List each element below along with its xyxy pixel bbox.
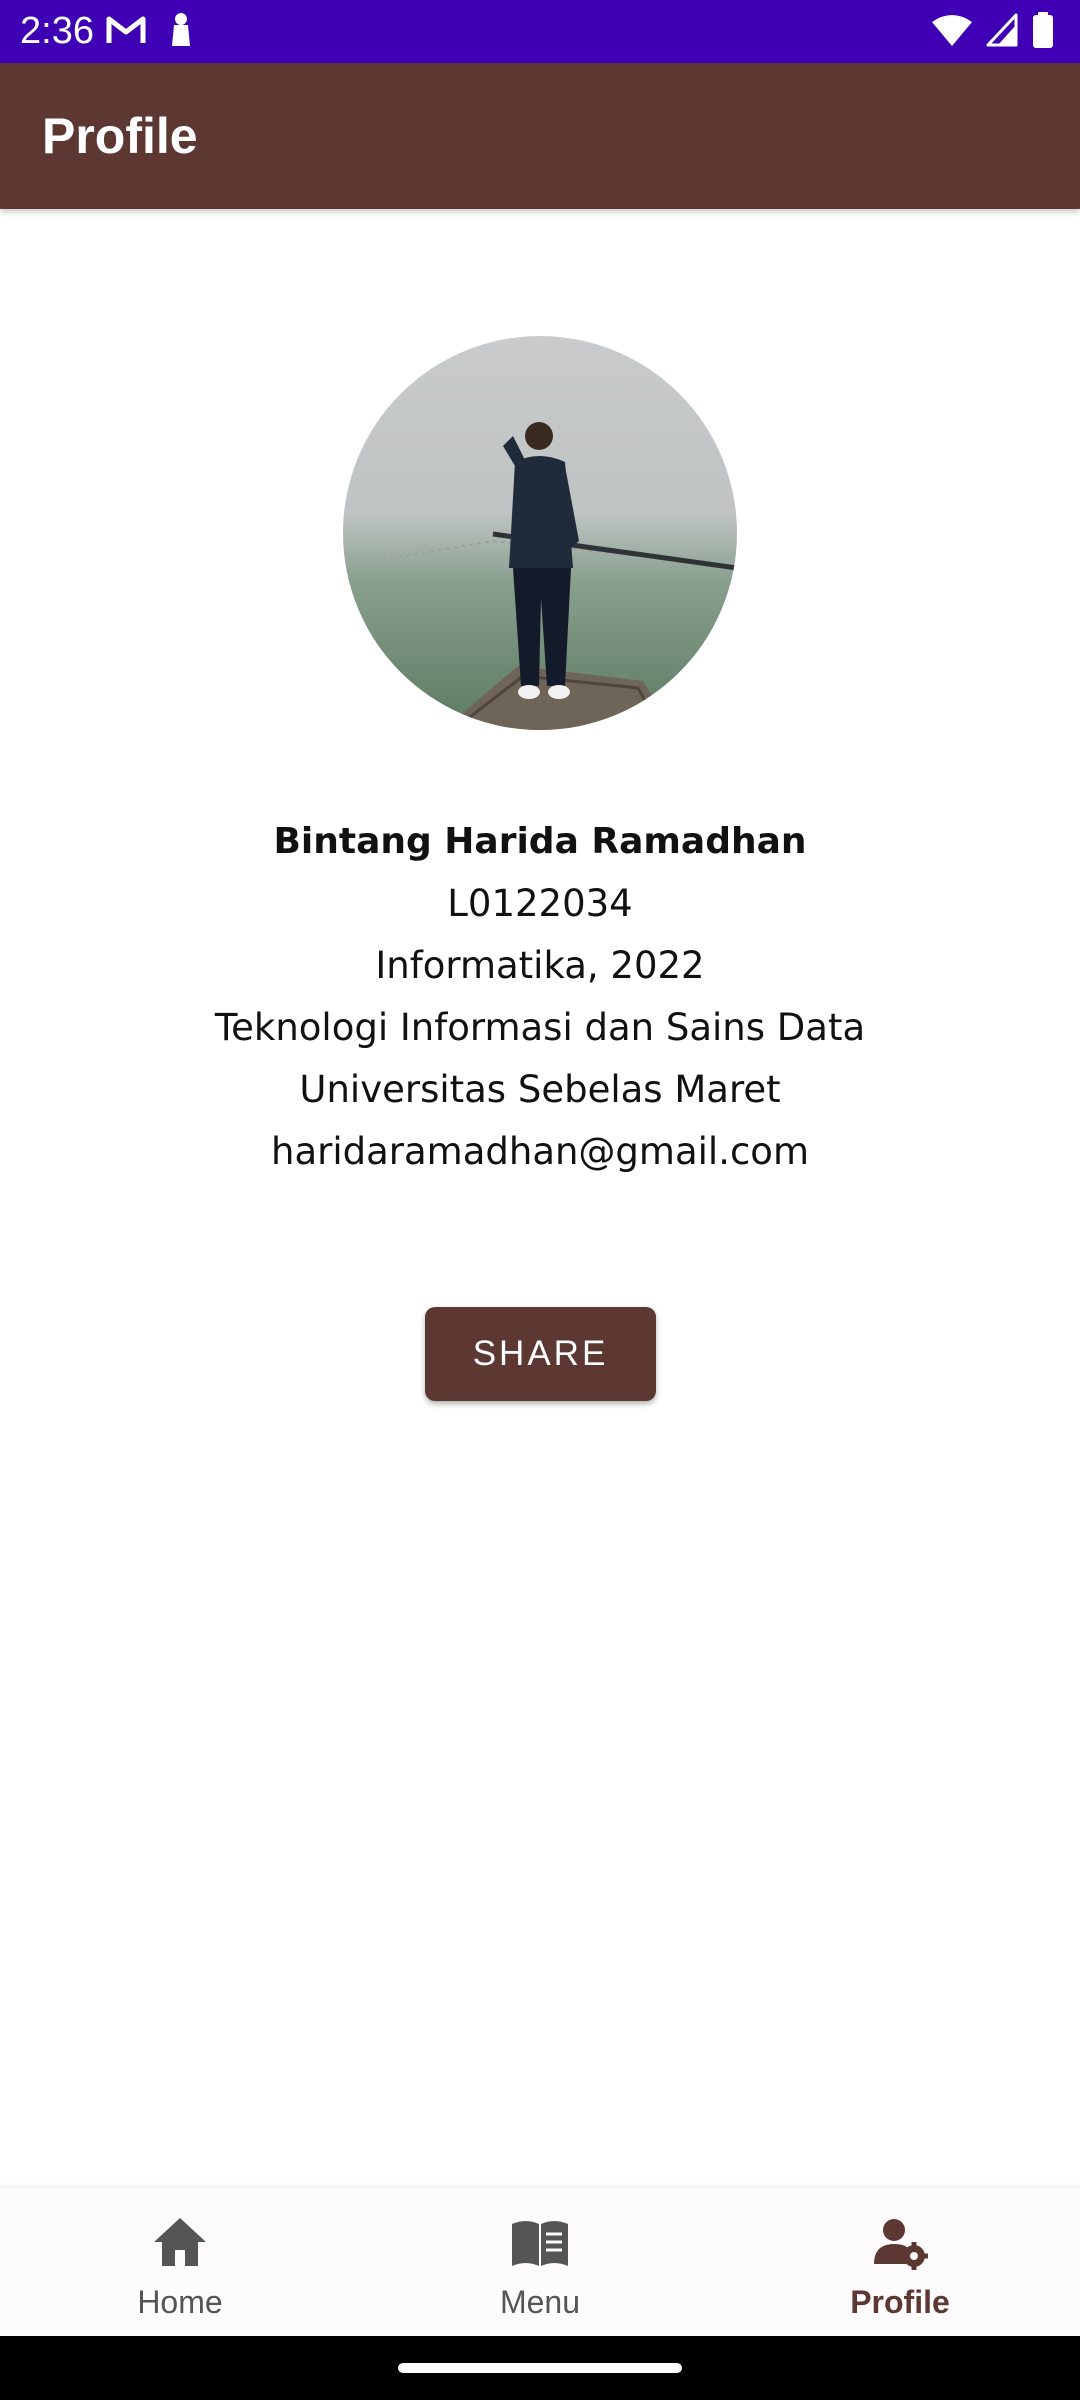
status-left-icons: [106, 12, 194, 48]
profile-email: haridaramadhan@gmail.com: [271, 1130, 809, 1173]
status-time: 2:36: [20, 10, 94, 52]
share-button[interactable]: SHARE: [425, 1307, 656, 1401]
profile-program: Informatika, 2022: [375, 944, 705, 987]
notification-icon: [172, 13, 190, 46]
home-icon: [154, 2218, 206, 2266]
signal-icon: [986, 13, 1018, 47]
nav-label-menu: Menu: [499, 2284, 581, 2320]
page-title: Profile: [42, 108, 198, 164]
nav-label-home: Home: [137, 2284, 223, 2320]
battery-icon: [1033, 12, 1053, 48]
profile-photo: [343, 336, 737, 730]
nav-item-menu[interactable]: Menu: [360, 2188, 720, 2336]
status-right-icons: [932, 12, 1054, 48]
nav-item-home[interactable]: Home: [0, 2188, 360, 2336]
nav-label-profile: Profile: [850, 2284, 950, 2320]
profile-name: Bintang Harida Ramadhan: [273, 821, 807, 862]
bottom-navigation: Home Menu Profile: [0, 2188, 1080, 2336]
profile-university: Universitas Sebelas Maret: [299, 1068, 781, 1111]
status-bar: 2:36: [0, 0, 1080, 63]
profile-info: Bintang Harida Ramadhan L0122034 Informa…: [0, 811, 1080, 1183]
gmail-icon: [106, 16, 146, 43]
wifi-icon: [932, 15, 972, 46]
book-icon: [512, 2221, 568, 2266]
profile-student-id: L0122034: [447, 882, 633, 925]
gesture-navigation-bar: [0, 2336, 1080, 2400]
nav-item-profile[interactable]: Profile: [720, 2188, 1080, 2336]
home-gesture-handle[interactable]: [398, 2363, 682, 2373]
profile-settings-icon: [874, 2219, 928, 2270]
profile-faculty: Teknologi Informasi dan Sains Data: [214, 1006, 866, 1049]
app-bar: Profile: [0, 63, 1080, 209]
